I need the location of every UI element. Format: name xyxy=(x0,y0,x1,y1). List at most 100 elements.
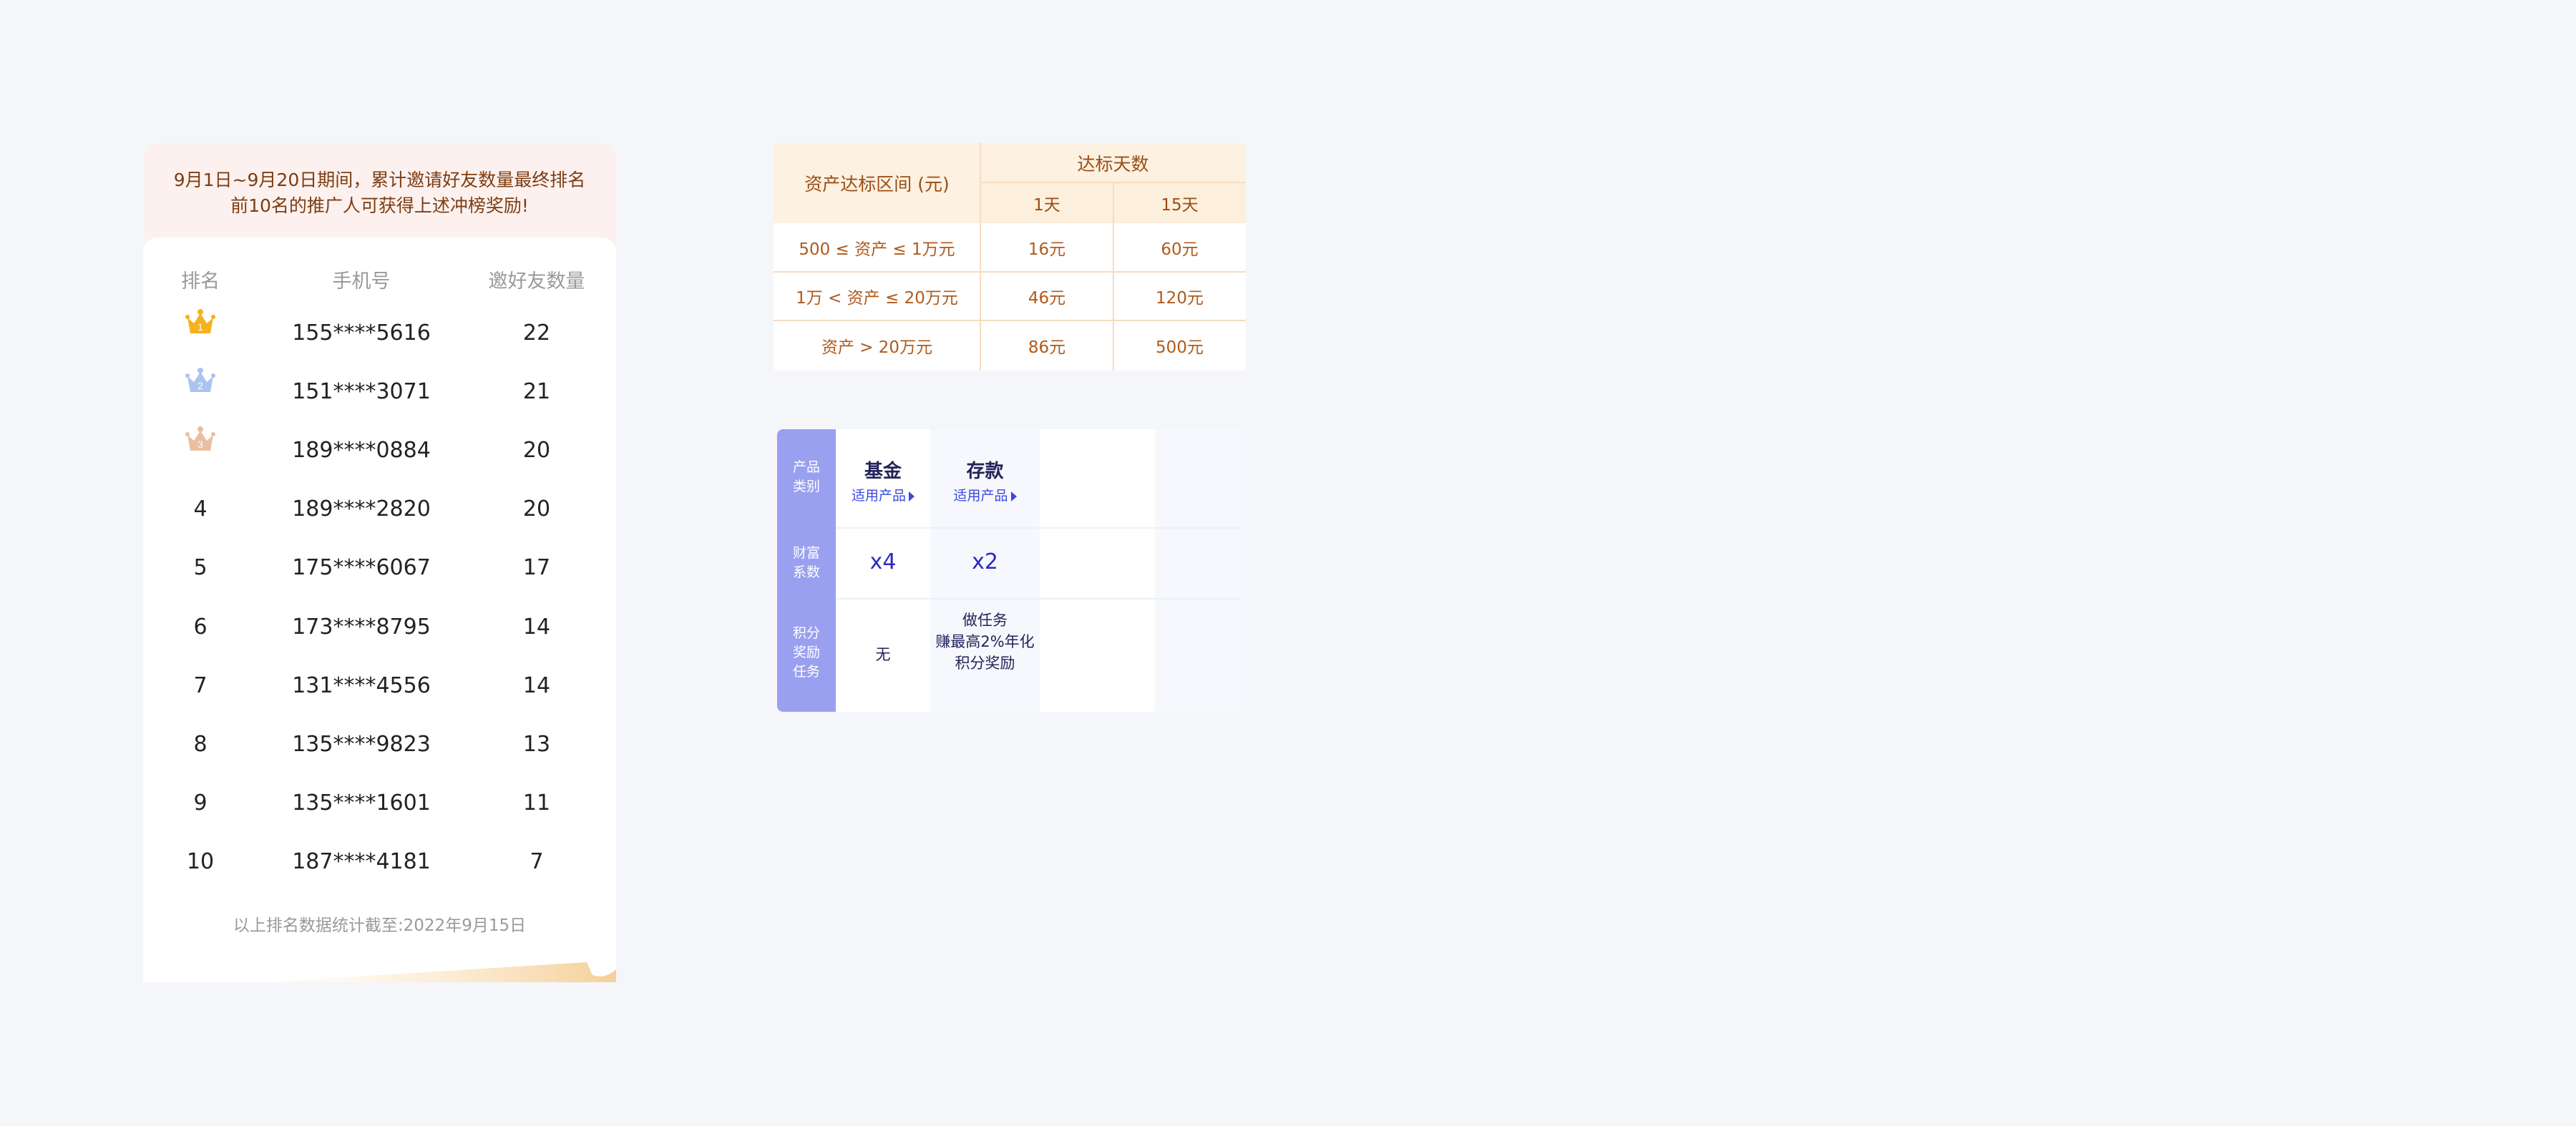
asset-range-cell: 500 ≤ 资产 ≤ 1万元 xyxy=(799,240,955,259)
invite-count: 14 xyxy=(522,615,551,640)
table-divider xyxy=(836,598,1241,599)
rank-number: 5 xyxy=(193,555,208,580)
crown-icon: 1 xyxy=(183,306,218,341)
side-label-category: 产品 类别 xyxy=(777,458,836,496)
ranking-footer: 以上排名数据统计截至:2022年9月15日 xyxy=(233,916,527,935)
header-rank: 排名 xyxy=(181,270,220,293)
rank-number: 7 xyxy=(193,673,208,698)
side-label-line: 类别 xyxy=(792,479,820,494)
invite-count: 11 xyxy=(522,790,551,816)
ranking-row: 10 187****4181 7 xyxy=(143,841,616,883)
phone-number: 135****1601 xyxy=(292,790,431,816)
side-label-task: 积分 奖励 任务 xyxy=(777,624,836,682)
phone-number: 173****8795 xyxy=(292,615,431,640)
table-divider xyxy=(774,320,1246,321)
product-side-header: 产品 类别 财富 系数 积分 奖励 任务 xyxy=(777,429,836,712)
svg-text:1: 1 xyxy=(197,321,203,333)
asset-range-cell: 1万 < 资产 ≤ 20万元 xyxy=(796,289,958,308)
ranking-row: 6 173****8795 14 xyxy=(143,606,616,649)
svg-text:2: 2 xyxy=(197,380,203,391)
days-15-header: 15天 xyxy=(1113,182,1246,223)
multiplier-fund: x4 xyxy=(869,549,897,574)
ranking-banner-line: 前10名的推广人可获得上述冲榜奖励! xyxy=(230,195,529,216)
crown-icon: 3 xyxy=(183,424,218,458)
phone-number: 151****3071 xyxy=(292,379,431,404)
applicable-products-link-deposit[interactable]: 适用产品 xyxy=(930,485,1040,504)
crown-icon: 2 xyxy=(183,365,218,399)
invite-count: 13 xyxy=(522,732,551,757)
product-column-bg xyxy=(1155,429,1241,712)
svg-text:3: 3 xyxy=(197,439,203,450)
side-label-multiplier: 财富 系数 xyxy=(777,544,836,582)
task-line: 做任务 xyxy=(962,612,1008,629)
caret-right-icon xyxy=(909,491,914,501)
product-name-deposit: 存款 xyxy=(966,461,1004,482)
link-label: 适用产品 xyxy=(953,488,1008,504)
invite-count: 21 xyxy=(522,379,551,404)
table-divider xyxy=(774,271,1246,273)
table-divider xyxy=(980,143,981,371)
side-label-line: 奖励 xyxy=(792,645,820,660)
invite-count: 14 xyxy=(522,673,551,698)
invite-count: 20 xyxy=(522,496,551,522)
ranking-row: 1 155****5616 22 xyxy=(143,309,616,355)
ranking-row: 8 135****9823 13 xyxy=(143,723,616,766)
task-line: 赚最高2%年化 xyxy=(935,633,1035,650)
reward-1day-cell: 16元 xyxy=(1028,240,1066,259)
phone-number: 189****2820 xyxy=(292,496,431,522)
applicable-products-link-fund[interactable]: 适用产品 xyxy=(836,485,930,504)
rank-number: 4 xyxy=(193,496,208,522)
reward-15day-cell: 120元 xyxy=(1156,289,1204,308)
reward-15day-cell: 60元 xyxy=(1161,240,1199,259)
ranking-banner-text: 9月1日~9月20日期间，累计邀请好友数量最终排名 前10名的推广人可获得上述冲… xyxy=(157,167,602,219)
asset-range-cell: 资产 > 20万元 xyxy=(821,338,933,357)
table-divider xyxy=(1113,182,1114,371)
reward-15day-cell: 500元 xyxy=(1156,338,1204,357)
ranking-row: 2 151****3071 21 xyxy=(143,368,616,413)
multiplier-deposit: x2 xyxy=(972,549,998,574)
ranking-row: 3 189****0884 20 xyxy=(143,426,616,472)
reward-1day-cell: 46元 xyxy=(1028,289,1066,308)
header-phone: 手机号 xyxy=(332,270,391,293)
phone-number: 187****4181 xyxy=(292,849,431,874)
invite-count: 20 xyxy=(522,438,551,463)
asset-range-header: 资产达标区间 (元) xyxy=(774,143,980,223)
rank-number: 8 xyxy=(193,732,208,757)
crown-silver-icon: 2 xyxy=(172,368,229,413)
ranking-row: 7 131****4556 14 xyxy=(143,665,616,708)
rank-number: 6 xyxy=(193,615,208,640)
ranking-banner-line: 9月1日~9月20日期间，累计邀请好友数量最终排名 xyxy=(173,170,586,190)
side-label-line: 任务 xyxy=(792,664,820,680)
phone-number: 175****6067 xyxy=(292,555,431,580)
invite-count: 7 xyxy=(530,849,544,874)
rank-number: 10 xyxy=(186,849,215,874)
phone-number: 155****5616 xyxy=(292,320,431,346)
task-deposit: 做任务 赚最高2%年化 积分奖励 xyxy=(930,609,1040,674)
invite-count: 17 xyxy=(522,555,551,580)
phone-number: 189****0884 xyxy=(292,438,431,463)
asset-reward-table: 资产达标区间 (元) 达标天数 1天 15天 500 ≤ 资产 ≤ 1万元 16… xyxy=(774,143,1246,371)
ranking-row: 4 189****2820 20 xyxy=(143,488,616,531)
caret-right-icon xyxy=(1010,491,1017,501)
page-fold-decoration xyxy=(143,954,616,982)
side-label-line: 积分 xyxy=(792,625,820,641)
task-line: 积分奖励 xyxy=(955,655,1015,672)
crown-gold-icon: 1 xyxy=(172,309,229,355)
ranking-row: 5 175****6067 17 xyxy=(143,547,616,589)
ranking-card: 9月1日~9月20日期间，累计邀请好友数量最终排名 前10名的推广人可获得上述冲… xyxy=(143,143,616,982)
side-label-line: 财富 xyxy=(792,545,820,561)
side-label-line: 系数 xyxy=(792,564,820,580)
crown-bronze-icon: 3 xyxy=(172,426,229,472)
table-divider xyxy=(836,527,1241,529)
phone-number: 131****4556 xyxy=(292,673,431,698)
days-1-header: 1天 xyxy=(980,182,1113,223)
table-divider xyxy=(980,182,1246,183)
invite-count: 22 xyxy=(522,320,551,346)
reward-1day-cell: 86元 xyxy=(1028,338,1066,357)
product-name-fund: 基金 xyxy=(864,461,902,482)
ranking-row: 9 135****1601 11 xyxy=(143,782,616,825)
ranking-header: 排名 手机号 邀好友数量 xyxy=(143,260,616,303)
header-count: 邀好友数量 xyxy=(488,270,585,293)
days-group-header: 达标天数 xyxy=(980,143,1246,182)
link-label: 适用产品 xyxy=(851,488,906,504)
